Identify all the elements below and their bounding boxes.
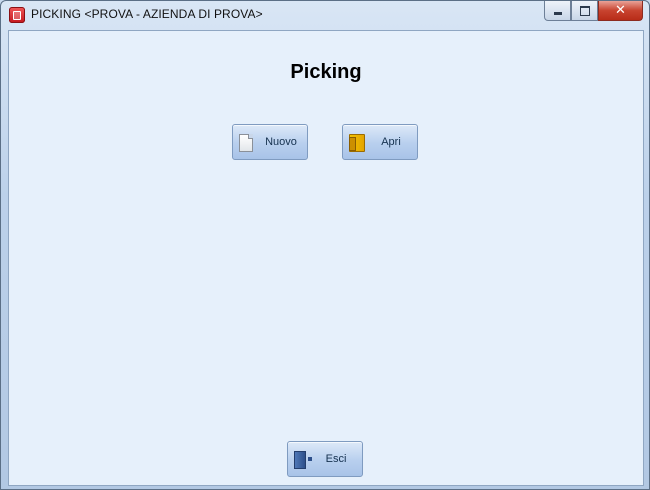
exit-button[interactable]: Esci	[287, 441, 363, 477]
maximize-button[interactable]	[571, 1, 598, 21]
maximize-icon	[579, 5, 590, 16]
exit-door-icon	[294, 451, 312, 469]
close-icon: ✕	[615, 3, 626, 18]
page-title: Picking	[290, 61, 362, 83]
window-title: PICKING <PROVA - AZIENDA DI PROVA>	[31, 7, 263, 21]
close-button[interactable]: ✕	[598, 1, 643, 21]
minimize-button[interactable]	[544, 1, 571, 21]
new-button[interactable]: Nuovo	[232, 124, 308, 160]
app-window: PICKING <PROVA - AZIENDA DI PROVA> ✕ Pic…	[0, 0, 650, 490]
title-bar[interactable]: PICKING <PROVA - AZIENDA DI PROVA> ✕	[1, 1, 649, 29]
client-area: Picking Nuovo Apri Esci	[8, 30, 644, 486]
exit-button-label: Esci	[325, 453, 347, 465]
open-button-label: Apri	[381, 136, 401, 148]
app-icon[interactable]	[9, 7, 25, 23]
new-document-icon	[239, 134, 255, 152]
open-button[interactable]: Apri	[342, 124, 418, 160]
new-button-label: Nuovo	[265, 136, 297, 148]
minimize-icon	[553, 12, 562, 15]
window-controls: ✕	[544, 1, 643, 21]
folder-icon	[349, 134, 365, 152]
